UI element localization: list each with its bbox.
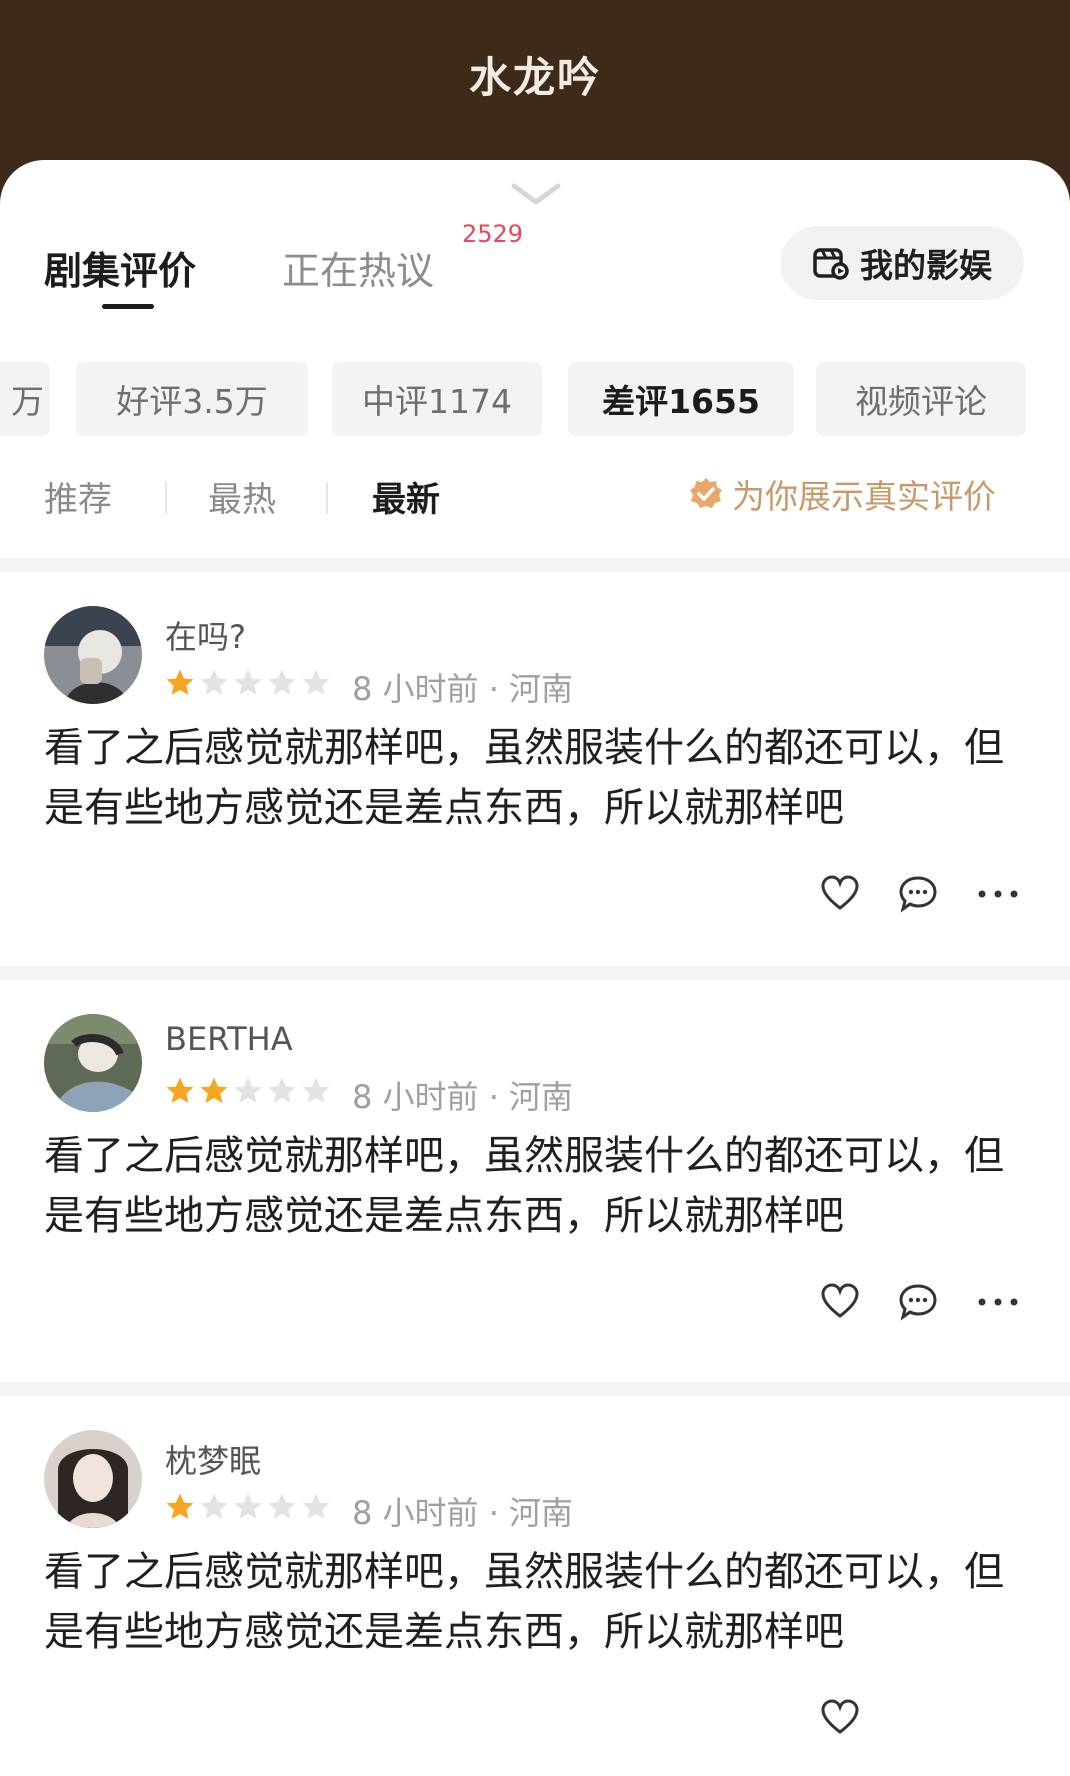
review-text: 看了之后感觉就那样吧，虽然服装什么的都还可以，但是有些地方感觉还是差点东西，所以…: [44, 1133, 1004, 1239]
sort-recommended[interactable]: 推荐: [44, 472, 112, 521]
comment-bubble-icon[interactable]: [898, 1282, 938, 1322]
rating-stars: [165, 1076, 331, 1106]
review-meta: 8 小时前 · 河南: [352, 1494, 574, 1532]
star-filled-icon: [200, 1077, 228, 1103]
filter-chip-neutral[interactable]: 中评1174: [332, 362, 542, 436]
chevron-down-icon[interactable]: [508, 178, 564, 208]
star-empty-icon: [302, 1077, 330, 1103]
more-options-icon[interactable]: [976, 1282, 1020, 1322]
verified-reviews-label: 为你展示真实评价: [732, 477, 996, 516]
more-options-icon[interactable]: [976, 874, 1020, 914]
review-meta: 8 小时前 · 河南: [352, 670, 574, 708]
rating-stars: [165, 668, 331, 698]
sort-hottest[interactable]: 最热: [208, 472, 276, 521]
review-card: 枕梦眠 8 小时前 · 河南 看了之后感觉就那样吧，虽然服装什么的都还可以，但是…: [0, 1396, 1070, 1776]
reviews-sheet: 剧集评价 正在热议 2529 我的影娱 万 好评3.5万 中评1174 差评16…: [0, 160, 1070, 1776]
sort-divider: [165, 482, 167, 514]
active-tab-indicator: [102, 304, 154, 309]
filter-chip-negative[interactable]: 差评1655: [568, 362, 794, 436]
avatar[interactable]: [44, 1430, 142, 1528]
like-heart-icon[interactable]: [820, 874, 860, 914]
tab-series-reviews[interactable]: 剧集评价: [44, 240, 196, 295]
star-filled-icon: [166, 1493, 194, 1519]
like-heart-icon[interactable]: [820, 1698, 860, 1738]
review-text: 看了之后感觉就那样吧，虽然服装什么的都还可以，但是有些地方感觉还是差点东西，所以…: [44, 725, 1004, 831]
my-entertainment-label: 我的影娱: [860, 246, 992, 285]
tab-hot-discussion[interactable]: 正在热议: [282, 240, 434, 295]
star-empty-icon: [268, 1077, 296, 1103]
star-empty-icon: [268, 1493, 296, 1519]
star-empty-icon: [200, 1493, 228, 1519]
review-text: 看了之后感觉就那样吧，虽然服装什么的都还可以，但是有些地方感觉还是差点东西，所以…: [44, 1549, 1004, 1655]
filter-chip-all[interactable]: 万: [0, 362, 50, 436]
film-camera-icon: [813, 248, 849, 280]
top-bar: 水龙吟: [0, 0, 1070, 170]
avatar[interactable]: [44, 606, 142, 704]
review-username[interactable]: 枕梦眠: [165, 1436, 261, 1482]
rating-stars: [165, 1492, 331, 1522]
star-filled-icon: [166, 1077, 194, 1103]
section-divider: [0, 966, 1070, 980]
verified-check-icon: [690, 478, 722, 508]
review-meta: 8 小时前 · 河南: [352, 1078, 574, 1116]
star-empty-icon: [234, 669, 262, 695]
star-filled-icon: [166, 669, 194, 695]
comment-bubble-icon[interactable]: [898, 874, 938, 914]
discussion-count-badge: 2529: [462, 220, 524, 248]
sort-newest[interactable]: 最新: [372, 472, 440, 521]
filter-chip-video[interactable]: 视频评论: [816, 362, 1026, 436]
star-empty-icon: [268, 669, 296, 695]
star-empty-icon: [200, 669, 228, 695]
section-divider: [0, 558, 1070, 572]
star-empty-icon: [234, 1493, 262, 1519]
verified-reviews-note: 为你展示真实评价: [688, 470, 996, 518]
section-divider: [0, 1382, 1070, 1396]
review-card: BERTHA 8 小时前 · 河南 看了之后感觉就那样吧，虽然服装什么的都还可以…: [0, 980, 1070, 1380]
review-card: 在吗? 8 小时前 · 河南 看了之后感觉就那样吧，虽然服装什么的都还可以，但是…: [0, 572, 1070, 972]
review-username[interactable]: 在吗?: [165, 612, 246, 658]
avatar[interactable]: [44, 1014, 142, 1112]
like-heart-icon[interactable]: [820, 1282, 860, 1322]
star-empty-icon: [302, 669, 330, 695]
filter-chip-positive[interactable]: 好评3.5万: [76, 362, 308, 436]
my-entertainment-button[interactable]: 我的影娱: [780, 226, 1024, 300]
page-title: 水龙吟: [468, 53, 601, 102]
review-username[interactable]: BERTHA: [165, 1020, 293, 1058]
star-empty-icon: [302, 1493, 330, 1519]
sort-divider: [326, 482, 328, 514]
star-empty-icon: [234, 1077, 262, 1103]
